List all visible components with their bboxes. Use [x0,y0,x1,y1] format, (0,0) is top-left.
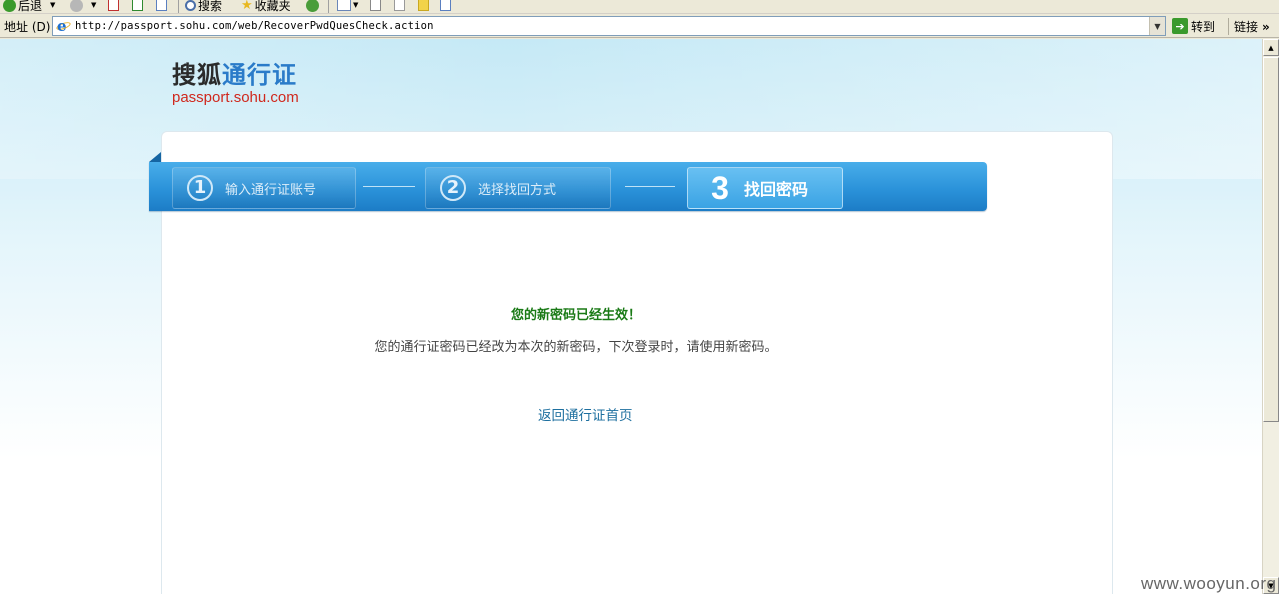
back-arrow-icon [3,0,16,12]
logo-domain-text: passport.sohu.com [172,89,299,106]
media-icon [306,0,319,12]
step-3-number: 3 [711,170,729,206]
print-button[interactable] [370,0,381,13]
refresh-button[interactable] [132,0,143,13]
folder-icon [418,0,429,11]
forward-arrow-icon [70,0,83,12]
scroll-thumb[interactable] [1263,57,1279,422]
dropdown-arrow-icon: ▼ [91,1,97,9]
step-2: 2 选择找回方式 [425,167,611,209]
address-dropdown-icon[interactable]: ▼ [1149,17,1165,35]
go-arrow-icon: ➔ [1172,18,1188,34]
media-button[interactable] [306,0,319,13]
success-description: 您的通行证密码已经改为本次的新密码，下次登录时，请使用新密码。 [374,340,778,355]
vertical-scrollbar[interactable]: ▲ ▼ [1262,39,1279,594]
address-url: http://passport.sohu.com/web/RecoverPwdQ… [75,20,434,32]
dropdown-arrow-icon: ▼ [50,1,56,9]
mail-icon [337,0,351,11]
ribbon-fold [149,152,161,162]
stop-button[interactable] [108,0,119,13]
step-connector [363,186,415,187]
logo-product-text: 通行证 [222,61,297,89]
forward-button[interactable]: ▼ [70,0,96,13]
step-3: 3 找回密码 [687,167,843,209]
dropdown-arrow-icon: ▼ [353,1,359,9]
stop-icon [108,0,119,11]
step-connector [625,186,675,187]
folder-button[interactable] [418,0,429,13]
home-icon [156,0,167,11]
favorites-button[interactable]: ★ 收藏夹 [241,0,291,13]
address-label: 地址 (D) [4,20,51,34]
search-icon [185,0,196,11]
edit-icon [394,0,405,11]
ie-toolbar: 后退 ▼ ▼ 搜索 ★ 收藏夹 ▼ [0,0,1279,14]
toolbar-divider [328,0,329,13]
search-button[interactable]: 搜索 [185,0,222,13]
scroll-up-icon[interactable]: ▲ [1263,39,1279,56]
step-2-label: 选择找回方式 [478,182,557,198]
research-icon [440,0,451,11]
mail-button[interactable]: ▼ [337,0,358,13]
step-1: 1 输入通行证账号 [172,167,356,209]
back-button[interactable]: 后退 ▼ [3,0,55,13]
step-progress-bar: 1 输入通行证账号 2 选择找回方式 3 找回密码 [149,162,987,211]
print-icon [370,0,381,11]
toolbar-divider [178,0,179,13]
sohu-passport-logo[interactable]: 搜狐通行证 passport.sohu.com [172,61,299,106]
step-1-number: 1 [187,175,213,201]
home-button[interactable] [156,0,167,13]
back-to-passport-home-link[interactable]: 返回通行证首页 [538,404,633,424]
step-1-label: 输入通行证账号 [225,182,317,198]
step-3-label: 找回密码 [744,180,809,199]
success-title: 您的新密码已经生效！ [510,308,641,323]
page-viewport: 搜狐通行证 passport.sohu.com 1 输入通行证账号 2 选择找回… [0,39,1262,594]
star-icon: ★ [241,0,253,13]
links-button[interactable]: 链接» [1228,18,1270,35]
watermark-text: www.wooyun.org [1141,574,1277,593]
ie-page-icon: e [55,17,72,35]
address-bar: 地址 (D) e http://passport.sohu.com/web/Re… [0,14,1279,38]
chevron-right-icon: » [1262,20,1270,34]
go-button[interactable]: ➔ 转到 [1172,17,1215,35]
step-2-number: 2 [440,175,466,201]
refresh-icon [132,0,143,11]
edit-button[interactable] [394,0,405,13]
logo-brand-text: 搜狐 [172,61,222,89]
research-button[interactable] [440,0,451,13]
address-input[interactable]: e http://passport.sohu.com/web/RecoverPw… [52,16,1166,36]
